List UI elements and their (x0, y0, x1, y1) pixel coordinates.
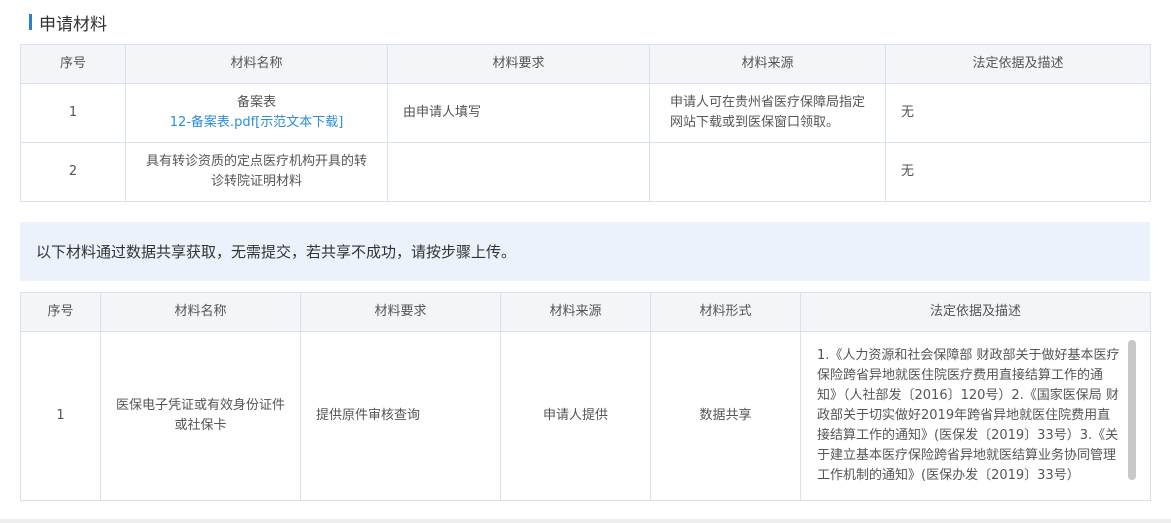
cell-requirement: 由申请人填写 (387, 83, 650, 143)
cell-source (649, 142, 886, 202)
header-source: 材料来源 (649, 44, 886, 84)
cell-name: 备案表 12-备案表.pdf[示范文本下载] (125, 83, 388, 143)
section-title-text: 申请材料 (39, 14, 107, 35)
material-name: 备案表 (236, 95, 276, 110)
cell-legal: 1.《人力资源和社会保障部 财政部关于做好基本医疗保险跨省异地就医住院医疗费用直… (800, 331, 1151, 501)
table-row: 1 医保电子凭证或有效身份证件或社保卡 提供原件审核查询 申请人提供 数据共享 … (20, 331, 1151, 501)
cell-form: 数据共享 (650, 331, 801, 501)
scrollbar-thumb[interactable] (1128, 340, 1136, 480)
cell-requirement (387, 142, 650, 202)
header-name: 材料名称 (100, 292, 301, 332)
cell-legal: 无 (885, 83, 1151, 143)
cell-name: 具有转诊资质的定点医疗机构开具的转诊转院证明材料 (125, 142, 388, 202)
cell-requirement: 提供原件审核查询 (300, 331, 501, 501)
bottom-divider (0, 519, 1171, 523)
header-no: 序号 (20, 292, 101, 332)
template-download-link[interactable]: 12-备案表.pdf[示范文本下载] (126, 113, 387, 133)
header-legal: 法定依据及描述 (800, 292, 1151, 332)
table-row: 1 备案表 12-备案表.pdf[示范文本下载] 由申请人填写 申请人可在贵州省… (20, 83, 1151, 143)
header-requirement: 材料要求 (387, 44, 650, 84)
header-requirement: 材料要求 (300, 292, 501, 332)
shared-materials-table: 序号 材料名称 材料要求 材料来源 材料形式 法定依据及描述 1 医保电子凭证或… (20, 292, 1151, 501)
legal-basis-text[interactable]: 1.《人力资源和社会保障部 财政部关于做好基本医疗保险跨省异地就医住院医疗费用直… (801, 336, 1150, 496)
cell-source: 申请人可在贵州省医疗保障局指定网站下载或到医保窗口领取。 (649, 83, 886, 143)
cell-no: 1 (20, 331, 101, 501)
header-legal: 法定依据及描述 (885, 44, 1151, 84)
cell-source: 申请人提供 (500, 331, 651, 501)
header-no: 序号 (20, 44, 126, 84)
header-source: 材料来源 (500, 292, 651, 332)
cell-name: 医保电子凭证或有效身份证件或社保卡 (100, 331, 301, 501)
cell-no: 2 (20, 142, 126, 202)
materials-table: 序号 材料名称 材料要求 材料来源 法定依据及描述 1 备案表 12-备案表.p… (20, 44, 1151, 202)
header-form: 材料形式 (650, 292, 801, 332)
title-accent-bar (29, 14, 32, 30)
shared-data-notice: 以下材料通过数据共享获取，无需提交，若共享不成功，请按步骤上传。 (20, 222, 1150, 281)
header-name: 材料名称 (125, 44, 388, 84)
cell-no: 1 (20, 83, 126, 143)
scrollbar-track[interactable] (1128, 340, 1136, 480)
table-header-row: 序号 材料名称 材料要求 材料来源 法定依据及描述 (20, 44, 1151, 84)
section-title: 申请材料 (29, 11, 107, 35)
table-row: 2 具有转诊资质的定点医疗机构开具的转诊转院证明材料 无 (20, 142, 1151, 202)
table-header-row: 序号 材料名称 材料要求 材料来源 材料形式 法定依据及描述 (20, 292, 1151, 332)
cell-legal: 无 (885, 142, 1151, 202)
